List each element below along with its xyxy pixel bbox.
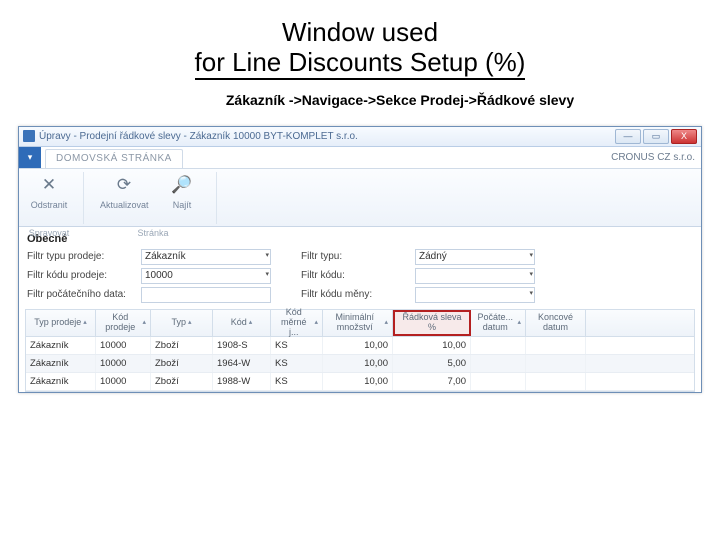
col-sales-code[interactable]: Kód prodeje▴ — [96, 310, 151, 336]
filter-sales-code-label: Filtr kódu prodeje: — [27, 270, 137, 281]
cell[interactable]: KS — [271, 373, 323, 390]
cell[interactable]: 10000 — [96, 373, 151, 390]
cell[interactable]: KS — [271, 337, 323, 354]
tab-home[interactable]: DOMOVSKÁ STRÁNKA — [45, 149, 183, 168]
filter-start-date-label: Filtr počátečního data: — [27, 289, 137, 300]
cell[interactable]: Zákazník — [26, 373, 96, 390]
cell[interactable] — [471, 355, 526, 372]
filter-code-label: Filtr kódu: — [301, 270, 411, 281]
slide-title-line1: Window used — [282, 17, 438, 47]
group-page-label: Stránka — [100, 228, 206, 238]
cell[interactable]: Zboží — [151, 337, 213, 354]
cell[interactable] — [526, 373, 586, 390]
grid-body: Zákazník10000Zboží1908-SKS10,0010,00Záka… — [25, 337, 695, 392]
app-icon — [23, 130, 35, 142]
cell[interactable]: 10,00 — [393, 337, 471, 354]
company-label: CRONUS CZ s.r.o. — [611, 152, 701, 163]
ribbon-tabs: ▾ DOMOVSKÁ STRÁNKA CRONUS CZ s.r.o. — [19, 147, 701, 169]
grid-header: Typ prodeje▴ Kód prodeje▴ Typ▴ Kód▴ Kód … — [25, 309, 695, 337]
slide-title: Window used for Line Discounts Setup (%) — [18, 18, 702, 80]
cell[interactable]: Zákazník — [26, 355, 96, 372]
window-title: Úpravy - Prodejní řádkové slevy - Zákazn… — [39, 131, 358, 142]
filter-sales-code-input[interactable] — [141, 268, 271, 284]
cell[interactable]: Zákazník — [26, 337, 96, 354]
refresh-label: Aktualizovat — [100, 200, 148, 210]
cell[interactable]: 7,00 — [393, 373, 471, 390]
table-row[interactable]: Zákazník10000Zboží1988-WKS10,007,00 — [26, 373, 694, 391]
refresh-button[interactable]: ⟳ Aktualizovat — [100, 172, 148, 210]
cell[interactable]: 10,00 — [323, 355, 393, 372]
cell[interactable]: 1988-W — [213, 373, 271, 390]
filter-sales-type-input[interactable] — [141, 249, 271, 265]
table-row[interactable]: Zákazník10000Zboží1908-SKS10,0010,00 — [26, 337, 694, 355]
refresh-icon: ⟳ — [111, 172, 137, 198]
cell[interactable]: 10000 — [96, 355, 151, 372]
delete-icon: ✕ — [36, 172, 62, 198]
cell[interactable]: 5,00 — [393, 355, 471, 372]
cell[interactable] — [471, 337, 526, 354]
cell[interactable] — [526, 355, 586, 372]
find-button[interactable]: 🔎 Najít — [158, 172, 206, 210]
ribbon-toggle[interactable]: ▾ — [19, 147, 41, 168]
col-line-discount[interactable]: Řádková sleva % — [393, 310, 471, 336]
delete-button[interactable]: ✕ Odstranit — [25, 172, 73, 210]
maximize-button[interactable]: ▭ — [643, 129, 669, 144]
filter-currency-label: Filtr kódu měny: — [301, 289, 411, 300]
grid: Typ prodeje▴ Kód prodeje▴ Typ▴ Kód▴ Kód … — [19, 309, 701, 392]
ribbon: ✕ Odstranit Spravovat ⟳ Aktualizovat 🔎 N… — [19, 169, 701, 227]
col-end-date[interactable]: Koncové datum — [526, 310, 586, 336]
col-uom[interactable]: Kód měrné j...▴ — [271, 310, 323, 336]
close-button[interactable]: X — [671, 129, 697, 144]
col-min-qty[interactable]: Minimální množství▴ — [323, 310, 393, 336]
filter-type-label: Filtr typu: — [301, 251, 411, 262]
filters: Filtr typu prodeje: ▾ Filtr kódu prodeje… — [19, 247, 701, 309]
cell[interactable]: 10,00 — [323, 337, 393, 354]
cell[interactable]: 1908-S — [213, 337, 271, 354]
col-sales-type[interactable]: Typ prodeje▴ — [26, 310, 96, 336]
cell[interactable]: 1964-W — [213, 355, 271, 372]
filter-sales-type-label: Filtr typu prodeje: — [27, 251, 137, 262]
col-code[interactable]: Kód▴ — [213, 310, 271, 336]
col-type[interactable]: Typ▴ — [151, 310, 213, 336]
col-start-date[interactable]: Počáte... datum▴ — [471, 310, 526, 336]
filter-type-input[interactable] — [415, 249, 535, 265]
titlebar: Úpravy - Prodejní řádkové slevy - Zákazn… — [19, 127, 701, 147]
cell[interactable]: Zboží — [151, 373, 213, 390]
find-icon: 🔎 — [169, 172, 195, 198]
breadcrumb: Zákazník ->Navigace->Sekce Prodej->Řádko… — [98, 92, 702, 108]
find-label: Najít — [158, 200, 206, 210]
cell[interactable]: 10,00 — [323, 373, 393, 390]
group-manage-label: Spravovat — [25, 228, 73, 238]
cell[interactable]: 10000 — [96, 337, 151, 354]
app-window: Úpravy - Prodejní řádkové slevy - Zákazn… — [18, 126, 702, 393]
delete-label: Odstranit — [25, 200, 73, 210]
filter-code-input[interactable] — [415, 268, 535, 284]
minimize-button[interactable]: — — [615, 129, 641, 144]
slide-title-line2: for Line Discounts Setup (%) — [195, 48, 526, 80]
filter-currency-input[interactable] — [415, 287, 535, 303]
cell[interactable] — [526, 337, 586, 354]
cell[interactable]: Zboží — [151, 355, 213, 372]
cell[interactable]: KS — [271, 355, 323, 372]
cell[interactable] — [471, 373, 526, 390]
table-row[interactable]: Zákazník10000Zboží1964-WKS10,005,00 — [26, 355, 694, 373]
filter-start-date-input[interactable] — [141, 287, 271, 303]
